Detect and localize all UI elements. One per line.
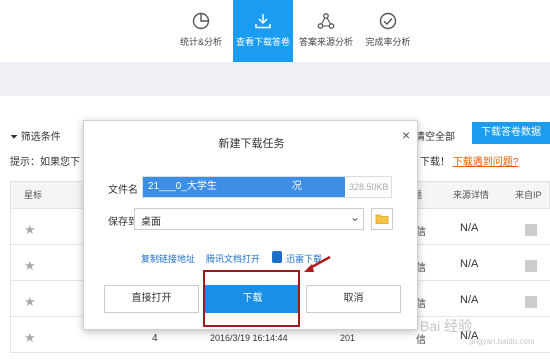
- star-icon[interactable]: ★: [24, 330, 36, 346]
- header-source-detail: 来源详情: [453, 190, 490, 200]
- top-nav: 统计&分析 查看下载答卷 答案来源分析 完成率分析: [0, 0, 550, 62]
- tab-view-download[interactable]: 查看下载答卷: [233, 0, 293, 62]
- open-tencent-docs[interactable]: 腾讯文档打开: [206, 252, 260, 265]
- row-source-detail: N/A: [460, 222, 479, 234]
- filename-label: 文件名: [108, 185, 138, 196]
- clear-all-link[interactable]: 清空全部: [415, 128, 455, 143]
- thunder-icon: [272, 251, 282, 263]
- filename-selection: 21___0_大学生 况: [143, 177, 345, 197]
- hint-tail: 下载！ 下载遇到问题?: [420, 153, 518, 168]
- folder-icon: [375, 214, 389, 224]
- highlight-frame: [203, 270, 300, 327]
- ip-redacted: [525, 260, 537, 272]
- close-icon[interactable]: ×: [402, 127, 410, 143]
- annotation-arrow-icon: [304, 255, 331, 272]
- file-size: 328.50KB: [349, 182, 389, 192]
- row-date: 2016/3/19 16:14:44: [210, 333, 288, 343]
- download-data-button[interactable]: 下载答卷数据: [472, 122, 550, 144]
- dialog-title: 新建下载任务: [218, 138, 285, 150]
- tab-source-analysis[interactable]: 答案来源分析: [296, 0, 356, 62]
- header-band: [0, 62, 550, 96]
- header-star: 星标: [24, 190, 43, 200]
- baidu-watermark-url: jingyan.baidu.com: [470, 337, 535, 346]
- tab-label: 统计&分析: [179, 37, 222, 47]
- save-location-select[interactable]: 桌面 ⌄: [134, 208, 364, 230]
- tab-completion-analysis[interactable]: 完成率分析: [358, 0, 418, 62]
- chevron-down-icon: ⌄: [350, 210, 361, 224]
- row-num: 201: [340, 333, 356, 343]
- row-source-detail: N/A: [460, 294, 479, 306]
- header-ip: 来自IP: [515, 190, 542, 200]
- download-problem-link[interactable]: 下载遇到问题?: [453, 157, 519, 168]
- filter-icon: ⏷: [10, 132, 18, 143]
- row-source-detail: N/A: [460, 258, 479, 270]
- filter-button[interactable]: ⏷ 筛选条件: [10, 128, 61, 143]
- tab-label: 答案来源分析: [298, 37, 353, 47]
- download-icon: [255, 14, 271, 29]
- tab-label: 查看下载答卷: [235, 37, 290, 47]
- filter-label: 筛选条件: [20, 132, 61, 143]
- filename-field[interactable]: 21___0_大学生 况 328.50KB: [142, 176, 392, 198]
- ip-redacted: [525, 296, 537, 308]
- pie-chart-icon: [192, 12, 210, 30]
- open-directly-button[interactable]: 直接打开: [104, 285, 199, 313]
- source-network-icon: [317, 13, 335, 29]
- ip-redacted: [525, 224, 537, 236]
- star-icon[interactable]: ★: [24, 294, 36, 310]
- star-icon[interactable]: ★: [24, 258, 36, 274]
- check-circle-icon: [379, 12, 397, 30]
- row-seq: 4: [152, 333, 158, 344]
- tab-label: 完成率分析: [365, 37, 411, 47]
- save-location-value: 桌面: [141, 217, 161, 228]
- filename-suffix: 况: [291, 181, 302, 192]
- hint-suffix: 下载！: [420, 157, 450, 168]
- copy-link-address[interactable]: 复制链接地址: [141, 252, 195, 265]
- hint-text: 提示：如果您下: [10, 157, 80, 168]
- browse-folder-button[interactable]: [371, 208, 393, 230]
- baidu-watermark: Bai 经验: [420, 318, 473, 334]
- cancel-button[interactable]: 取消: [306, 285, 401, 313]
- star-icon[interactable]: ★: [24, 222, 36, 238]
- filename-value: 21___0_大学生: [148, 181, 217, 192]
- tab-stats-analysis[interactable]: 统计&分析: [171, 0, 231, 62]
